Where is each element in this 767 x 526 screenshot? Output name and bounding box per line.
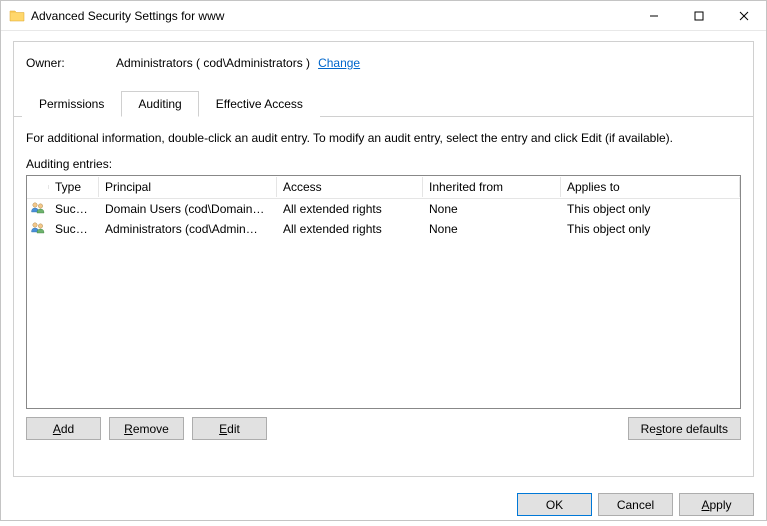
- list-header: Type Principal Access Inherited from App…: [27, 176, 740, 199]
- col-icon[interactable]: [27, 185, 49, 189]
- tab-effective-access[interactable]: Effective Access: [199, 91, 320, 117]
- cell-inherited: None: [423, 199, 561, 219]
- close-button[interactable]: [721, 1, 766, 30]
- cell-principal: Domain Users (cod\Domain…: [99, 199, 277, 219]
- cell-inherited: None: [423, 219, 561, 239]
- ok-button[interactable]: OK: [517, 493, 592, 516]
- group-icon: [27, 218, 49, 241]
- owner-label: Owner:: [26, 56, 116, 70]
- cell-access: All extended rights: [277, 219, 423, 239]
- add-button[interactable]: Add: [26, 417, 101, 440]
- remove-button[interactable]: Remove: [109, 417, 184, 440]
- window-title: Advanced Security Settings for www: [31, 9, 631, 23]
- owner-value: Administrators ( cod\Administrators ): [116, 56, 310, 70]
- col-type[interactable]: Type: [49, 177, 99, 197]
- cancel-button[interactable]: Cancel: [598, 493, 673, 516]
- change-owner-link[interactable]: Change: [318, 56, 360, 70]
- col-access[interactable]: Access: [277, 177, 423, 197]
- col-applies[interactable]: Applies to: [561, 177, 740, 197]
- restore-defaults-button[interactable]: Restore defaults: [628, 417, 741, 440]
- folder-icon: [9, 8, 25, 24]
- entry-buttons: Add Remove Edit Restore defaults: [26, 417, 741, 440]
- cell-type: Succ…: [49, 219, 99, 239]
- table-row[interactable]: Succ…Administrators (cod\Admin…All exten…: [27, 219, 740, 239]
- cell-access: All extended rights: [277, 199, 423, 219]
- maximize-button[interactable]: [676, 1, 721, 30]
- cell-principal: Administrators (cod\Admin…: [99, 219, 277, 239]
- main-panel: Owner: Administrators ( cod\Administrato…: [13, 41, 754, 477]
- owner-row: Owner: Administrators ( cod\Administrato…: [26, 56, 741, 70]
- tabs: Permissions Auditing Effective Access: [14, 90, 753, 117]
- tab-permissions[interactable]: Permissions: [22, 91, 121, 117]
- tab-auditing[interactable]: Auditing: [121, 91, 198, 117]
- cell-applies: This object only: [561, 219, 740, 239]
- auditing-entries-list[interactable]: Type Principal Access Inherited from App…: [26, 175, 741, 409]
- col-inherited[interactable]: Inherited from: [423, 177, 561, 197]
- window-controls: [631, 1, 766, 30]
- minimize-button[interactable]: [631, 1, 676, 30]
- col-principal[interactable]: Principal: [99, 177, 277, 197]
- dialog-buttons: OK Cancel Apply: [1, 485, 766, 526]
- table-row[interactable]: Succ…Domain Users (cod\Domain…All extend…: [27, 199, 740, 219]
- description-text: For additional information, double-click…: [26, 131, 741, 145]
- edit-button[interactable]: Edit: [192, 417, 267, 440]
- cell-applies: This object only: [561, 199, 740, 219]
- cell-type: Succ…: [49, 199, 99, 219]
- entries-label: Auditing entries:: [26, 157, 741, 171]
- apply-button[interactable]: Apply: [679, 493, 754, 516]
- titlebar: Advanced Security Settings for www: [1, 1, 766, 31]
